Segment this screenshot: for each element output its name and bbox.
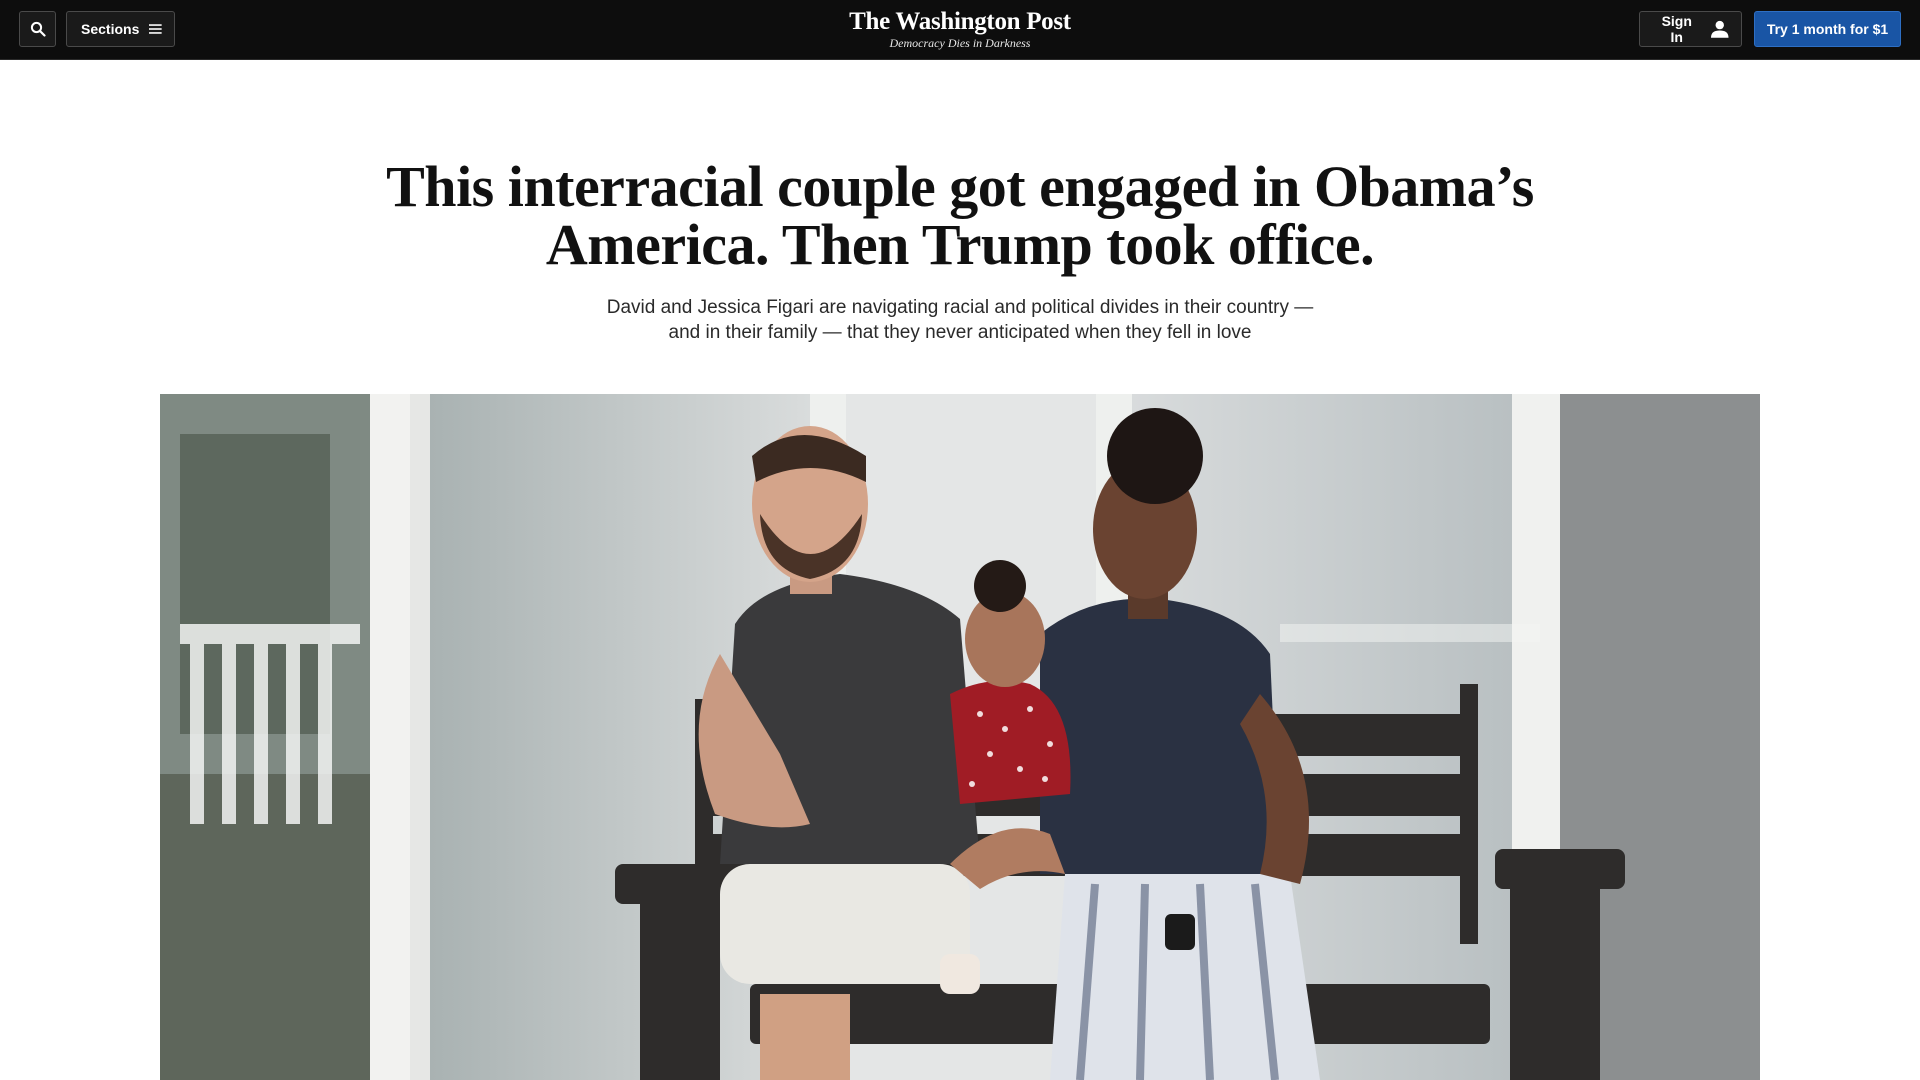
masthead[interactable]: The Washington Post Democracy Dies in Da… [760, 8, 1160, 50]
search-button[interactable] [19, 11, 56, 47]
site-logo[interactable]: The Washington Post [760, 8, 1160, 36]
hamburger-menu-icon [149, 24, 162, 34]
sections-label: Sections [81, 21, 140, 37]
lead-photo[interactable] [160, 394, 1760, 1080]
site-tagline: Democracy Dies in Darkness [889, 36, 1031, 50]
article-headline: This interracial couple got engaged in O… [386, 154, 1534, 277]
top-nav-bar: Sections The Washington Post Democracy D… [0, 0, 1920, 60]
sign-in-button[interactable]: Sign In [1639, 11, 1742, 47]
family-portrait-image [160, 394, 1760, 1080]
sign-in-label: Sign In [1661, 13, 1692, 45]
sections-menu-button[interactable]: Sections [66, 11, 175, 47]
search-icon [30, 21, 46, 37]
subscribe-trial-button[interactable]: Try 1 month for $1 [1754, 11, 1901, 47]
user-icon [1710, 20, 1729, 38]
article-dek: David and Jessica Figari are navigating … [606, 297, 1314, 343]
